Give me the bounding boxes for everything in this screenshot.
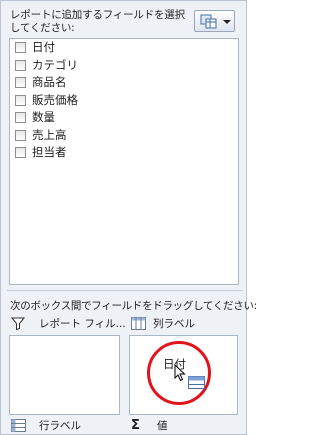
field-checkbox[interactable] bbox=[15, 77, 26, 88]
pivot-field-list-pane: レポートに追加するフィールドを選択してください: 日付 カテゴリ 商品名 販売価… bbox=[0, 0, 247, 435]
rows-icon bbox=[11, 419, 26, 432]
mouse-pointer-icon bbox=[174, 364, 186, 382]
columns-icon bbox=[131, 317, 146, 330]
field-list-layout-icon bbox=[200, 14, 218, 29]
row-labels-text: 行ラベル bbox=[39, 419, 81, 433]
column-labels-text: 列ラベル bbox=[153, 317, 195, 331]
field-item-product-name[interactable]: 商品名 bbox=[10, 74, 238, 92]
drag-field-icon bbox=[188, 376, 205, 389]
field-label: 担当者 bbox=[32, 145, 67, 159]
field-checkbox[interactable] bbox=[15, 147, 26, 158]
report-filter-area[interactable] bbox=[9, 335, 120, 415]
report-filter-label: レポート フィル... bbox=[11, 317, 121, 331]
field-label: 日付 bbox=[32, 40, 55, 54]
report-filter-text: レポート フィル... bbox=[39, 317, 126, 331]
values-text: 値 bbox=[157, 419, 168, 433]
field-checkbox[interactable] bbox=[15, 60, 26, 71]
chevron-down-icon bbox=[223, 20, 231, 24]
field-item-person-in-charge[interactable]: 担当者 bbox=[10, 144, 238, 162]
field-label: カテゴリ bbox=[32, 58, 78, 72]
field-item-date[interactable]: 日付 bbox=[10, 39, 238, 57]
field-item-sales-price[interactable]: 販売価格 bbox=[10, 92, 238, 110]
field-label: 商品名 bbox=[32, 75, 67, 89]
sigma-icon: Σ bbox=[131, 419, 140, 433]
column-labels-area[interactable]: 日付 bbox=[129, 335, 238, 415]
field-list-instruction: レポートに追加するフィールドを選択してください: bbox=[10, 9, 190, 35]
layout-options-button[interactable] bbox=[194, 10, 235, 32]
field-checkbox[interactable] bbox=[15, 112, 26, 123]
field-checkbox[interactable] bbox=[15, 130, 26, 141]
field-label: 販売価格 bbox=[32, 93, 78, 107]
column-labels-label: 列ラベル bbox=[131, 317, 241, 331]
values-label: Σ 値 bbox=[131, 419, 241, 433]
field-label: 売上高 bbox=[32, 128, 67, 142]
field-item-quantity[interactable]: 数量 bbox=[10, 109, 238, 127]
field-checkbox[interactable] bbox=[15, 95, 26, 106]
field-item-category[interactable]: カテゴリ bbox=[10, 57, 238, 75]
filter-icon bbox=[11, 317, 25, 330]
splitter[interactable] bbox=[7, 290, 243, 293]
field-label: 数量 bbox=[32, 110, 55, 124]
row-labels-label: 行ラベル bbox=[11, 419, 121, 433]
field-checkbox[interactable] bbox=[15, 42, 26, 53]
field-list: 日付 カテゴリ 商品名 販売価格 数量 売上高 担当者 bbox=[9, 38, 239, 285]
field-item-sales-amount[interactable]: 売上高 bbox=[10, 127, 238, 145]
areas-instruction: 次のボックス間でフィールドをドラッグしてください: bbox=[10, 298, 244, 313]
